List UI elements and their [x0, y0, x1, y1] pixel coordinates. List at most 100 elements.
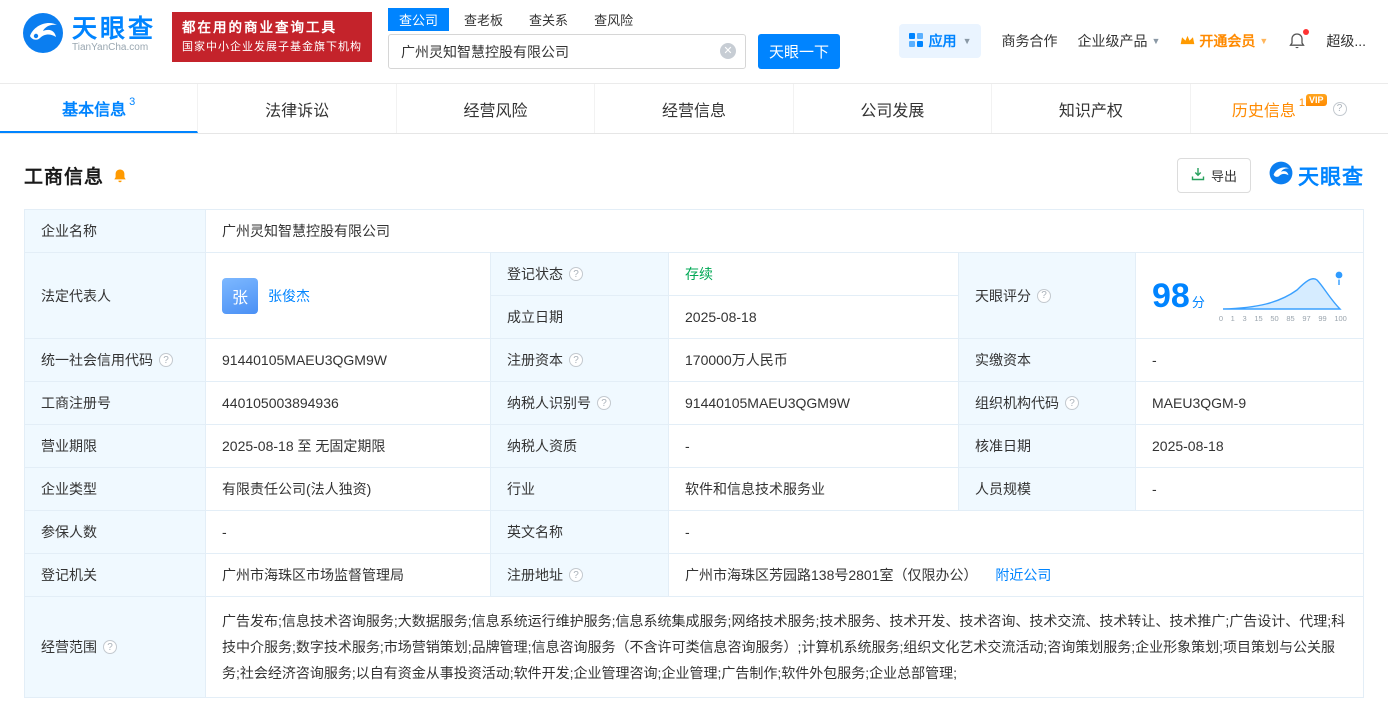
- section-tabbar: 基本信息 3 法律诉讼 经营风险 经营信息 公司发展 知识产权 历史信息 1 V…: [0, 83, 1388, 134]
- help-icon[interactable]: ?: [1065, 396, 1079, 410]
- vip-label: 开通会员: [1199, 33, 1256, 49]
- table-row: 登记机关 广州市海珠区市场监督管理局 注册地址? 广州市海珠区芳园路138号28…: [24, 553, 1364, 597]
- label-taxpayer-id: 纳税人识别号?: [490, 381, 669, 425]
- help-icon[interactable]: ?: [569, 353, 583, 367]
- score-curve-chart: 0 1 3 15 50 85 97 99 100: [1219, 269, 1347, 323]
- tab-label: 经营风险: [463, 102, 528, 120]
- label-establishment-date: 成立日期: [490, 295, 669, 339]
- help-icon[interactable]: ?: [597, 396, 611, 410]
- help-icon[interactable]: ?: [103, 640, 117, 654]
- subscribe-bell-icon[interactable]: [112, 168, 128, 184]
- table-row: 企业名称 广州灵知智慧控股有限公司: [24, 209, 1364, 253]
- value-organization-code: MAEU3QGM-9: [1135, 381, 1364, 425]
- apps-menu[interactable]: 应用 ▼: [898, 24, 982, 58]
- avatar[interactable]: 张: [222, 277, 258, 314]
- tab-count: 1: [1298, 96, 1306, 109]
- help-icon[interactable]: ?: [1332, 101, 1347, 116]
- export-icon: [1191, 167, 1205, 184]
- score-axis: 0 1 3 15 50 85 97 99 100: [1218, 313, 1347, 323]
- search-button[interactable]: 天眼一下: [758, 34, 841, 69]
- value-business-scope: 广告发布;信息技术咨询服务;大数据服务;信息系统运行维护服务;信息系统集成服务;…: [205, 596, 1364, 698]
- value-establishment-date: 2025-08-18: [668, 295, 959, 339]
- tianyancha-logo[interactable]: 天眼查 TianYanCha.com: [22, 12, 156, 57]
- label-business-term: 营业期限: [24, 424, 206, 468]
- label-registered-address: 注册地址?: [490, 553, 669, 597]
- table-row: 统一社会信用代码? 91440105MAEU3QGM9W 注册资本? 17000…: [24, 338, 1364, 382]
- tab-company-development[interactable]: 公司发展: [794, 84, 993, 133]
- tab-label: 经营信息: [661, 102, 726, 120]
- tab-basic-info[interactable]: 基本信息 3: [0, 84, 199, 133]
- value-company-type: 有限责任公司(法人独资): [205, 467, 491, 511]
- logo-subtitle: TianYanCha.com: [72, 42, 149, 54]
- search-area: 查公司 查老板 查关系 查风险 ✕ 天眼一下: [388, 8, 841, 69]
- section-title: 工商信息: [24, 167, 105, 188]
- tab-intellectual-property[interactable]: 知识产权: [992, 84, 1191, 133]
- tab-label: 公司发展: [860, 102, 925, 120]
- apps-label: 应用: [928, 33, 957, 49]
- help-icon[interactable]: ?: [569, 568, 583, 582]
- brand-label: 天眼查: [1298, 165, 1364, 189]
- tab-count: 3: [129, 95, 136, 108]
- search-tab-company[interactable]: 查公司: [388, 8, 450, 31]
- value-registration-status: 存续: [668, 252, 959, 296]
- tab-history-info[interactable]: 历史信息 1 VIP ?: [1191, 84, 1388, 133]
- export-label: 导出: [1210, 169, 1237, 184]
- tab-operating-risk[interactable]: 经营风险: [397, 84, 596, 133]
- header-nav: 应用 ▼ 商务合作 企业级产品 ▼ 开通会员 ▼ 超级...: [898, 24, 1366, 58]
- help-icon[interactable]: ?: [1037, 288, 1051, 303]
- nearby-companies-link[interactable]: 附近公司: [995, 567, 1051, 583]
- label-organization-code: 组织机构代码?: [958, 381, 1136, 425]
- clear-search-icon[interactable]: ✕: [720, 43, 737, 59]
- tianyancha-logo-icon: [22, 12, 64, 57]
- brand-watermark[interactable]: 天眼查: [1269, 161, 1364, 191]
- search-type-tabs: 查公司 查老板 查关系 查风险: [388, 8, 840, 31]
- label-company-name: 企业名称: [24, 209, 206, 253]
- chevron-down-icon: ▼: [1259, 36, 1269, 46]
- top-header: 天眼查 TianYanCha.com 都在用的商业查询工具 国家中小企业发展子基…: [0, 0, 1388, 79]
- search-tab-risk[interactable]: 查风险: [583, 8, 644, 31]
- nav-enterprise-products[interactable]: 企业级产品 ▼: [1077, 31, 1160, 51]
- notification-bell-icon[interactable]: [1288, 29, 1310, 50]
- search-tab-boss[interactable]: 查老板: [453, 8, 514, 31]
- value-registration-authority: 广州市海珠区市场监督管理局: [205, 553, 491, 597]
- label-registration-status: 登记状态?: [490, 252, 669, 296]
- label-legal-representative: 法定代表人: [24, 252, 206, 339]
- table-row: 工商注册号 440105003894936 纳税人识别号? 91440105MA…: [24, 381, 1364, 425]
- value-staff-size: -: [1135, 467, 1364, 511]
- value-insured-count: -: [205, 510, 491, 554]
- table-row: 参保人数 - 英文名称 -: [24, 510, 1364, 554]
- tab-legal-litigation[interactable]: 法律诉讼: [198, 84, 397, 133]
- value-credit-code: 91440105MAEU3QGM9W: [205, 338, 491, 382]
- search-input[interactable]: [388, 34, 747, 69]
- tab-label: 基本信息: [62, 101, 127, 119]
- nav-business-cooperation[interactable]: 商务合作: [1001, 31, 1057, 51]
- legal-representative-link[interactable]: 张俊杰: [268, 286, 310, 306]
- value-legal-representative: 张 张俊杰: [205, 252, 491, 339]
- value-industry: 软件和信息技术服务业: [668, 467, 959, 511]
- table-row: 企业类型 有限责任公司(法人独资) 行业 软件和信息技术服务业 人员规模 -: [24, 467, 1364, 511]
- help-icon[interactable]: ?: [569, 267, 583, 281]
- chevron-down-icon: ▼: [1151, 36, 1161, 46]
- label-insured-count: 参保人数: [24, 510, 206, 554]
- tab-operating-info[interactable]: 经营信息: [595, 84, 794, 133]
- value-taxpayer-id: 91440105MAEU3QGM9W: [668, 381, 959, 425]
- score-number: 98 分: [1152, 276, 1205, 315]
- label-registration-authority: 登记机关: [24, 553, 206, 597]
- notification-dot: [1303, 29, 1310, 35]
- tab-label: 知识产权: [1058, 102, 1123, 120]
- help-icon[interactable]: ?: [159, 353, 173, 367]
- business-info-table: 企业名称 广州灵知智慧控股有限公司 法定代表人 张 张俊杰 登记状态? 存续 天…: [24, 209, 1364, 698]
- section-header: 工商信息 导出 天眼查: [24, 158, 1364, 193]
- value-tianyan-score: 98 分 0 1 3 15 50 85 97 99 100: [1135, 252, 1364, 339]
- export-button[interactable]: 导出: [1176, 158, 1251, 193]
- table-row: 经营范围? 广告发布;信息技术咨询服务;大数据服务;信息系统运行维护服务;信息系…: [24, 596, 1364, 698]
- value-taxpayer-quality: -: [668, 424, 959, 468]
- search-box: ✕: [388, 34, 747, 69]
- value-business-term: 2025-08-18 至 无固定期限: [205, 424, 491, 468]
- user-account[interactable]: 超级...: [1326, 31, 1366, 51]
- search-tab-relation[interactable]: 查关系: [518, 8, 579, 31]
- label-business-scope: 经营范围?: [24, 596, 206, 698]
- label-paid-capital: 实缴资本: [958, 338, 1136, 382]
- label-approval-date: 核准日期: [958, 424, 1136, 468]
- nav-open-vip[interactable]: 开通会员 ▼: [1180, 31, 1268, 51]
